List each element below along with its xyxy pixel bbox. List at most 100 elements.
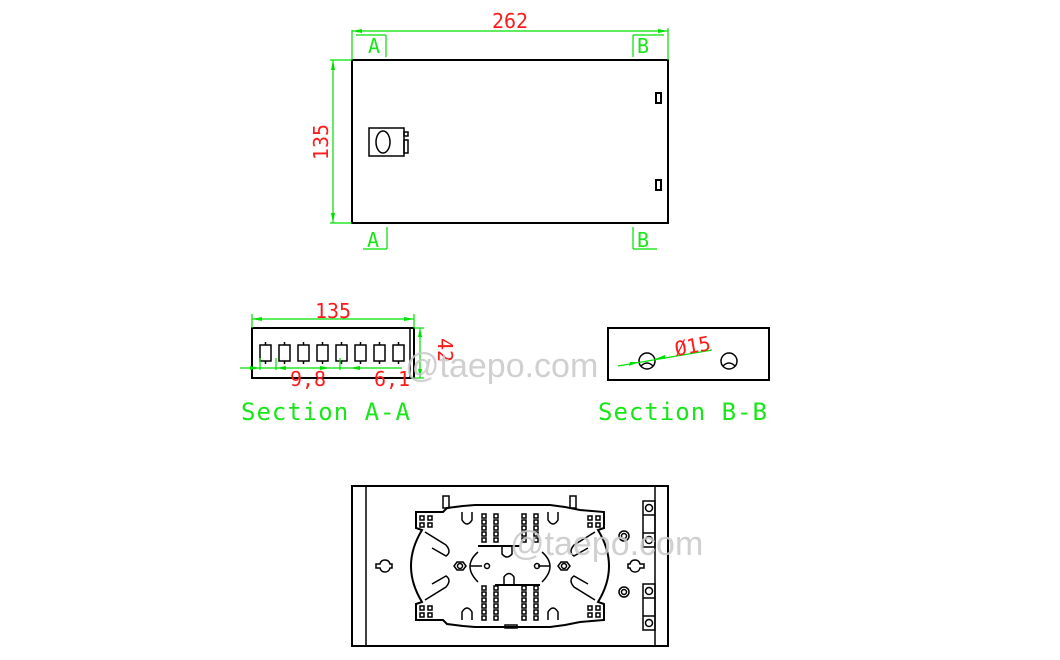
section-mark-top-left: A	[356, 34, 387, 58]
tray-slot	[521, 597, 527, 603]
tray-slot	[521, 591, 527, 597]
enclosure-outline	[351, 59, 669, 224]
hex-nut-icon	[453, 561, 467, 571]
adapter-port	[278, 342, 291, 364]
tray-slot	[533, 519, 539, 525]
aa-width-dimension-text: 135	[315, 299, 351, 323]
section-bb-title: Section B-B	[598, 398, 768, 426]
hinge-icon	[655, 92, 662, 104]
tray-slot	[521, 603, 527, 609]
tray-slot	[493, 597, 499, 603]
watermark: @taepo.com	[405, 347, 598, 385]
width-dimension: 262	[351, 9, 669, 60]
adapter-port	[354, 342, 367, 364]
tray-slot	[533, 585, 539, 591]
svg-text:B: B	[637, 228, 649, 252]
tray-slot	[587, 515, 593, 521]
watermark: @taepo.com	[510, 525, 703, 563]
tray-slot	[595, 612, 601, 618]
bb-hole-dimension-text: Ø15	[673, 331, 713, 361]
tray-slot	[493, 609, 499, 615]
tray-slot	[493, 585, 499, 591]
width-dimension-text: 262	[492, 9, 528, 33]
lock-icon	[368, 127, 409, 157]
tray-slot	[533, 591, 539, 597]
tray-slot	[481, 531, 487, 537]
cable-clamp-bar	[642, 583, 656, 631]
tray-slot	[419, 612, 425, 618]
cable-hole	[720, 352, 738, 370]
tray-slot	[481, 597, 487, 603]
tray-slot	[521, 513, 527, 519]
section-mark-top-right: B	[632, 34, 664, 58]
tray-slot	[427, 612, 433, 618]
adapter-port	[259, 342, 272, 364]
interior-view	[351, 485, 669, 647]
adapter-port	[316, 342, 329, 364]
svg-text:A: A	[367, 228, 379, 252]
height-dimension: 135	[309, 59, 352, 224]
fiber-guide	[424, 531, 450, 557]
tray-slot	[481, 519, 487, 525]
svg-text:A: A	[368, 34, 380, 58]
fiber-notch	[461, 512, 473, 525]
tray-slot	[533, 609, 539, 615]
tray-slot	[595, 605, 601, 611]
tray-slot	[481, 603, 487, 609]
tray-slot	[427, 522, 433, 528]
hinge-icon	[655, 179, 662, 191]
adapter-port	[297, 342, 310, 364]
adapter-ports	[259, 342, 405, 364]
tray-slot	[493, 591, 499, 597]
tray-slot	[493, 603, 499, 609]
svg-text:B: B	[637, 34, 649, 58]
tray-slot	[521, 609, 527, 615]
cable-gland-icon	[618, 586, 630, 598]
tray-slot	[493, 537, 499, 543]
interior-outline	[351, 485, 669, 647]
tray-slot	[493, 531, 499, 537]
adapter-port	[392, 342, 405, 364]
tray-slot	[481, 585, 487, 591]
tray-slot	[419, 515, 425, 521]
tray-slot	[493, 519, 499, 525]
tray-slot	[533, 615, 539, 621]
fiber-notch	[547, 512, 559, 525]
top-view: 262 135 A B A B	[309, 9, 669, 252]
section-mark-bottom-left: A	[363, 227, 388, 252]
tray-slot	[419, 522, 425, 528]
adapter-port	[373, 342, 386, 364]
tray-slot	[481, 609, 487, 615]
tray-slot	[481, 513, 487, 519]
tray-slot	[493, 525, 499, 531]
hex-nut-icon	[557, 561, 571, 571]
section-bb-view: Ø15 Section B-B	[598, 327, 770, 426]
keyhole-icon	[375, 559, 393, 573]
fiber-guide	[424, 575, 450, 601]
fiber-guide	[570, 575, 596, 601]
tray-slot	[587, 605, 593, 611]
tray-slot	[481, 525, 487, 531]
tray-slot	[419, 605, 425, 611]
tray-slot	[521, 615, 527, 621]
aa-pitch-dimension-text: 9,8	[290, 367, 326, 391]
tray-slot	[427, 515, 433, 521]
technical-drawing: 262 135 A B A B 135 42 9,8 6,1 Section A…	[240, 9, 770, 647]
fiber-notch	[547, 607, 559, 620]
section-aa-title: Section A-A	[241, 398, 411, 426]
height-dimension-text: 135	[309, 124, 333, 160]
tray-slot	[595, 515, 601, 521]
fiber-notch	[461, 607, 473, 620]
tray-slot	[533, 603, 539, 609]
tray-slot	[533, 513, 539, 519]
tray-slot	[521, 519, 527, 525]
tray-slot	[481, 591, 487, 597]
tray-slot	[533, 597, 539, 603]
tray-slot	[587, 612, 593, 618]
tray-slot	[521, 585, 527, 591]
tray-slot	[493, 615, 499, 621]
tray-slot	[481, 537, 487, 543]
adapter-port	[335, 342, 348, 364]
tray-slot	[481, 615, 487, 621]
tray-slot	[427, 605, 433, 611]
